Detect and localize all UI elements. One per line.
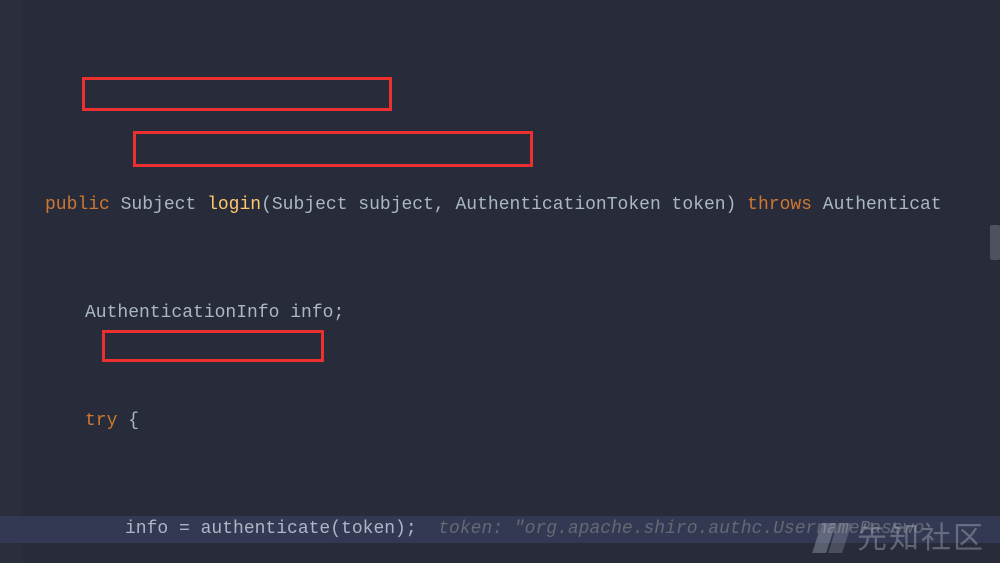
code-line: try { <box>25 408 1000 435</box>
code-line: AuthenticationInfo info; <box>25 300 1000 327</box>
editor-gutter <box>0 0 22 563</box>
code-block: public Subject login(Subject subject, Au… <box>25 108 1000 563</box>
code-editor[interactable]: public Subject login(Subject subject, Au… <box>0 0 1000 563</box>
scrollbar-thumb[interactable] <box>990 225 1000 260</box>
annotation-box-1 <box>82 77 392 111</box>
inline-hint: token: "org.apache.shiro.authc.UsernameP… <box>417 519 925 539</box>
code-line-current: info = authenticate(token); token: "org.… <box>25 516 1000 543</box>
code-line: public Subject login(Subject subject, Au… <box>25 192 1000 219</box>
